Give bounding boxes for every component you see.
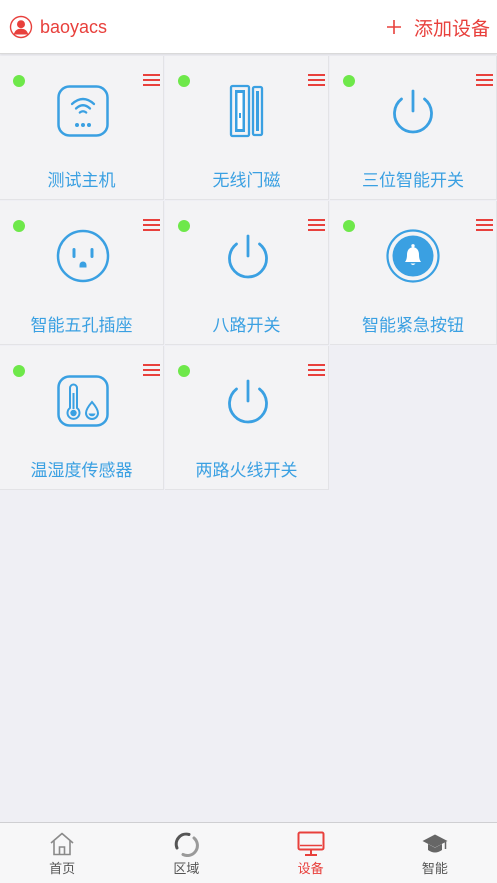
device-tile[interactable]: 智能紧急按钮 [330,201,497,345]
device-name: 八路开关 [212,316,281,336]
power-icon [220,228,276,284]
tab-devices[interactable]: 设备 [249,823,373,883]
bell-icon [385,228,441,284]
online-status-dot [178,365,190,377]
plus-icon [386,20,401,34]
user-avatar-icon [9,15,33,39]
tab-home[interactable]: 首页 [0,823,124,883]
device-tile[interactable]: 测试主机 [0,56,164,200]
monitor-icon [297,831,325,857]
home-icon [48,831,76,857]
add-device-button[interactable]: 添加设备 [386,14,490,40]
online-status-dot [13,75,25,87]
device-name: 三位智能开关 [362,171,464,191]
user-account[interactable]: baoyacs [9,14,107,40]
device-tile[interactable]: 八路开关 [165,201,329,345]
device-tile[interactable]: 智能五孔插座 [0,201,164,345]
tab-smart[interactable]: 智能 [373,823,497,883]
username-label: baoyacs [40,16,108,37]
power-icon [220,373,276,429]
device-name: 智能五孔插座 [30,316,133,336]
tab-label: 首页 [49,862,76,877]
online-status-dot [13,365,25,377]
menu-icon[interactable] [143,363,161,377]
device-tile[interactable]: 温湿度传感器 [0,346,164,490]
device-tile[interactable]: 三位智能开关 [330,56,497,200]
device-name: 两路火线开关 [195,461,298,481]
socket-icon [55,228,111,284]
wifi-hub-icon [55,83,111,139]
device-name: 温湿度传感器 [30,461,133,481]
menu-icon[interactable] [143,218,161,232]
tab-label: 智能 [421,862,448,877]
online-status-dot [178,75,190,87]
bottom-tab-bar: 首页 区域 设备 智能 [0,822,497,883]
device-name: 智能紧急按钮 [362,316,464,336]
device-tile[interactable]: 两路火线开关 [165,346,329,490]
tab-label: 设备 [297,862,324,877]
menu-icon[interactable] [308,363,326,377]
menu-icon[interactable] [308,218,326,232]
top-bar: baoyacs 添加设备 [0,0,497,54]
device-name: 无线门磁 [212,171,281,191]
tab-label: 区域 [173,862,200,877]
add-device-label: 添加设备 [413,17,490,40]
tab-area[interactable]: 区域 [124,823,248,883]
area-icon [172,831,200,857]
online-status-dot [343,220,355,232]
online-status-dot [13,220,25,232]
menu-icon[interactable] [476,73,494,87]
menu-icon[interactable] [308,73,326,87]
menu-icon[interactable] [476,218,494,232]
thermometer-icon [55,373,111,429]
graduation-cap-icon [421,831,449,857]
menu-icon[interactable] [143,73,161,87]
power-icon [385,83,441,139]
online-status-dot [343,75,355,87]
online-status-dot [178,220,190,232]
device-tile[interactable]: 无线门磁 [165,56,329,200]
door-sensor-icon [220,83,276,139]
device-name: 测试主机 [47,171,116,191]
